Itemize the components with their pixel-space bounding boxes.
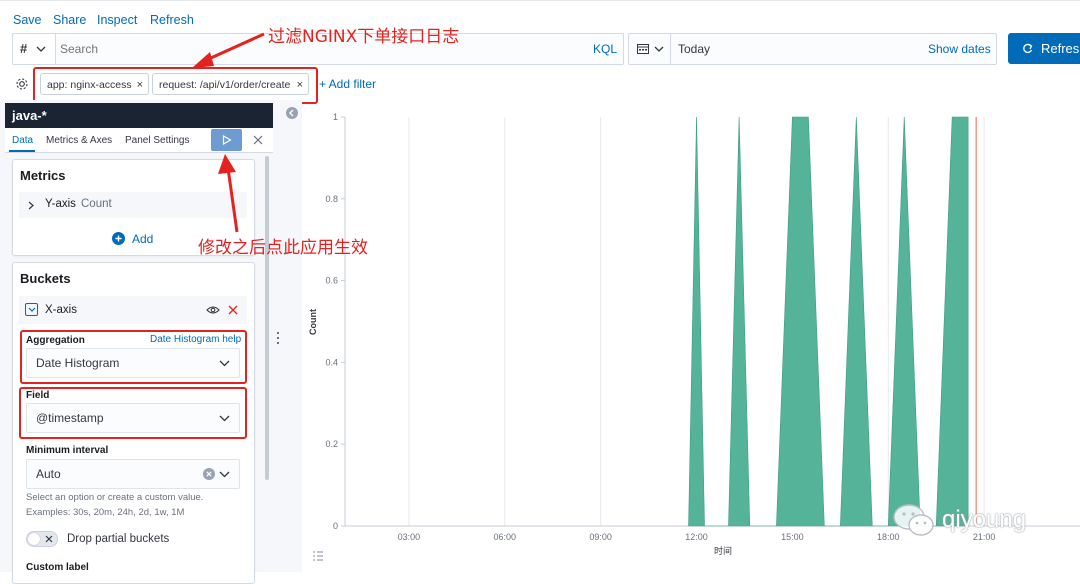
- delete-icon[interactable]: [228, 305, 238, 315]
- y-axis-row[interactable]: Y-axis Count: [19, 192, 247, 218]
- share-link[interactable]: Share: [53, 13, 86, 27]
- toggle-knob: [28, 533, 40, 545]
- tab-active-underline: [9, 150, 35, 152]
- eye-icon[interactable]: [206, 305, 220, 315]
- plus-circle-icon: [112, 232, 125, 245]
- aggregation-select[interactable]: Date Histogram: [26, 348, 240, 378]
- collapse-sidebar-icon[interactable]: [286, 107, 298, 119]
- x-tick-label: 09:00: [589, 532, 612, 542]
- help-text-1: Select an option or create a custom valu…: [26, 492, 204, 503]
- add-metric-button[interactable]: Add: [112, 231, 172, 249]
- series-area[interactable]: [688, 116, 969, 527]
- y-axis-title: Count: [308, 309, 318, 335]
- custom-label-label: Custom label: [26, 562, 89, 573]
- chevron-down-icon: [36, 46, 46, 52]
- y-tick-label: 0: [333, 521, 338, 531]
- date-value: Today: [678, 42, 711, 56]
- chevron-down-icon: [219, 415, 230, 422]
- save-link[interactable]: Save: [13, 13, 42, 27]
- drop-partial-label: Drop partial buckets: [67, 533, 170, 545]
- index-pattern-title: java-*: [5, 103, 273, 128]
- annotation-arrow-icon: [192, 32, 265, 68]
- tab-data[interactable]: Data: [12, 135, 33, 146]
- x-tick-label: 06:00: [494, 532, 517, 542]
- aggregation-label: Aggregation: [26, 335, 85, 346]
- x-tick-label: 12:00: [685, 532, 708, 542]
- kql-toggle[interactable]: KQL: [593, 42, 617, 56]
- show-dates-link[interactable]: Show dates: [928, 42, 991, 56]
- aggregation-value: Date Histogram: [36, 356, 120, 370]
- x-tick-label: 15:00: [781, 532, 804, 542]
- add-metric-label: Add: [132, 232, 154, 246]
- annotation-filter-note: 过滤NGINX下单接口日志: [268, 27, 460, 47]
- x-axis-label: X-axis: [45, 304, 77, 316]
- y-tick-label: 0.6: [325, 276, 338, 286]
- quick-menu-button[interactable]: [628, 33, 671, 64]
- y-tick-label: 1: [333, 112, 338, 122]
- apply-changes-button[interactable]: [211, 129, 242, 151]
- sidebar-scrollbar[interactable]: [265, 156, 269, 480]
- y-axis-agg: Count: [81, 198, 112, 210]
- filter-pill-request[interactable]: request: /api/v1/order/create ×: [152, 73, 309, 95]
- x-axis-title: 时间: [714, 545, 732, 557]
- chevron-down-icon: [28, 307, 36, 312]
- tab-metrics-axes[interactable]: Metrics & Axes: [46, 135, 112, 146]
- min-interval-select[interactable]: Auto: [26, 459, 240, 489]
- resize-handle[interactable]: [277, 332, 280, 346]
- y-tick-label: 0.8: [325, 194, 338, 204]
- close-icon: [45, 535, 53, 543]
- calendar-icon: [637, 44, 649, 54]
- help-text-2: Examples: 30s, 20m, 24h, 2d, 1w, 1M: [26, 507, 185, 518]
- x-tick-label: 03:00: [398, 532, 421, 542]
- min-interval-value: Auto: [36, 467, 61, 481]
- inspect-link[interactable]: Inspect: [97, 13, 137, 27]
- chevron-down-icon: [219, 360, 230, 367]
- y-tick-label: 0.4: [325, 357, 338, 367]
- chevron-down-icon: [219, 471, 230, 478]
- watermark: qiyoung: [892, 500, 1062, 544]
- drop-partial-toggle[interactable]: [26, 531, 58, 547]
- filter-pill-app[interactable]: app: nginx-access ×: [40, 73, 149, 95]
- close-icon[interactable]: ×: [137, 74, 143, 96]
- refresh-icon: [1023, 43, 1033, 54]
- field-select[interactable]: @timestamp: [26, 403, 240, 433]
- close-icon[interactable]: [253, 135, 263, 145]
- gear-icon[interactable]: [15, 77, 29, 91]
- refresh-button-label: Refres: [1041, 41, 1080, 56]
- refresh-button[interactable]: Refres: [1008, 33, 1080, 64]
- clear-icon[interactable]: [203, 468, 215, 480]
- top-nav: Save Share Inspect Refresh: [0, 0, 1080, 36]
- add-filter-link[interactable]: + Add filter: [319, 77, 376, 91]
- field-value: @timestamp: [36, 411, 104, 425]
- y-axis-label: Y-axis: [45, 198, 76, 210]
- hash-icon: #: [20, 41, 28, 56]
- annotation-apply-note: 修改之后点此应用生效: [198, 238, 368, 258]
- filter-pill-label: app: nginx-access: [47, 79, 132, 91]
- buckets-title: Buckets: [20, 271, 71, 286]
- legend-toggle-icon[interactable]: [313, 551, 323, 561]
- field-label: Field: [26, 390, 50, 401]
- play-icon: [222, 135, 232, 145]
- y-tick-label: 0.2: [325, 439, 338, 449]
- refresh-link[interactable]: Refresh: [150, 13, 194, 27]
- chevron-down-icon: [654, 46, 664, 52]
- divider: [0, 0, 1080, 1]
- date-histogram-help-link[interactable]: Date Histogram help: [150, 334, 241, 345]
- watermark-text: qiyoung: [942, 506, 1027, 533]
- metrics-title: Metrics: [20, 168, 66, 183]
- filter-pill-label: request: /api/v1/order/create: [159, 79, 291, 91]
- wechat-logo-icon: [893, 504, 934, 536]
- chevron-right-icon: [28, 201, 34, 210]
- x-axis-row[interactable]: X-axis: [19, 296, 247, 324]
- collapse-toggle[interactable]: [25, 303, 38, 316]
- tab-panel-settings[interactable]: Panel Settings: [125, 135, 190, 146]
- annotation-arrow-icon: [218, 154, 239, 233]
- close-icon[interactable]: ×: [297, 74, 303, 96]
- min-interval-label: Minimum interval: [26, 445, 109, 456]
- query-language-menu[interactable]: #: [12, 33, 56, 65]
